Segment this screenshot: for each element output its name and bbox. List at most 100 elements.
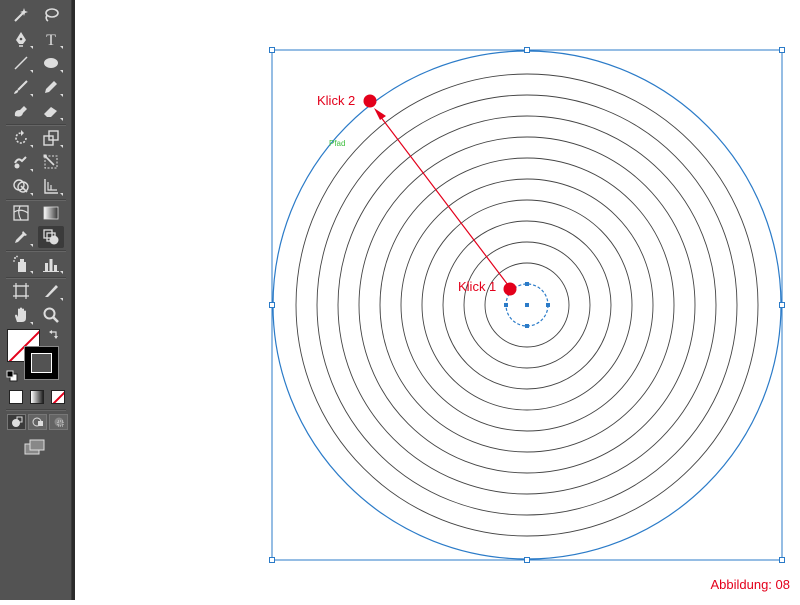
rotate-tool[interactable] (8, 127, 34, 149)
submenu-indicator-icon (30, 94, 33, 97)
perspective-grid-icon (44, 179, 58, 194)
mesh-tool[interactable] (8, 202, 34, 224)
blob-brush-icon (14, 106, 27, 117)
draw-behind-icon (32, 417, 43, 427)
submenu-indicator-icon (30, 271, 33, 274)
drag-arrow-head-icon (374, 108, 386, 120)
resize-handle[interactable] (524, 557, 530, 563)
draw-inside-icon (54, 417, 63, 427)
free-transform-tool[interactable] (38, 151, 64, 173)
lasso-icon (45, 8, 59, 22)
screen-mode-button[interactable] (23, 438, 47, 458)
scale-icon (43, 130, 59, 146)
none-mode-button[interactable] (51, 390, 65, 404)
magic-wand-tool[interactable] (8, 4, 34, 26)
gradient-tool[interactable] (38, 202, 64, 224)
klick2-label: Klick 2 (317, 93, 356, 108)
perspective-grid-tool[interactable] (38, 175, 64, 197)
blob-brush-tool[interactable] (8, 100, 34, 122)
submenu-indicator-icon (60, 70, 63, 73)
shape-builder-tool[interactable] (8, 175, 34, 197)
submenu-indicator-icon (30, 244, 33, 247)
draw-normal-icon (11, 416, 22, 427)
line-icon (14, 56, 28, 70)
blend-icon (43, 229, 59, 245)
swap-fill-stroke-icon[interactable] (48, 328, 60, 340)
screen-mode-icon (24, 439, 45, 455)
artwork[interactable] (75, 0, 800, 600)
mesh-icon (13, 205, 29, 221)
submenu-indicator-icon (60, 193, 63, 196)
submenu-indicator-icon (60, 94, 63, 97)
submenu-indicator-icon (60, 298, 63, 301)
submenu-indicator-icon (30, 169, 33, 172)
toolbar-divider (6, 277, 66, 279)
resize-handle[interactable] (524, 47, 530, 53)
submenu-indicator-icon (30, 46, 33, 49)
submenu-indicator-icon (30, 145, 33, 148)
scale-tool[interactable] (38, 127, 64, 149)
submenu-indicator-icon (30, 70, 33, 73)
anchor-point[interactable] (504, 303, 508, 307)
submenu-indicator-icon (30, 193, 33, 196)
anchor-point[interactable] (546, 303, 550, 307)
blend-tool[interactable] (38, 226, 64, 248)
anchor-point[interactable] (525, 324, 529, 328)
resize-handle[interactable] (779, 557, 785, 563)
resize-handle[interactable] (269, 47, 275, 53)
magic-wand-icon (14, 8, 28, 22)
free-transform-icon (43, 154, 58, 169)
artboard-icon (13, 283, 29, 299)
artboard-canvas[interactable]: Klick 1 Klick 2 Pfad (75, 0, 800, 600)
column-graph-icon (43, 259, 59, 272)
eraser-tool[interactable] (38, 100, 64, 122)
default-colors-icon[interactable] (6, 369, 18, 382)
pencil-tool[interactable] (38, 76, 64, 98)
toolbar-divider (6, 409, 66, 411)
resize-handle[interactable] (269, 557, 275, 563)
tools-panel: T (0, 0, 72, 600)
artboard-tool[interactable] (8, 280, 34, 302)
warp-icon (14, 156, 27, 169)
draw-normal-button[interactable] (7, 414, 26, 430)
resize-handle[interactable] (779, 302, 785, 308)
klick1-label: Klick 1 (458, 279, 497, 294)
column-graph-tool[interactable] (38, 253, 64, 275)
svg-text:T: T (46, 32, 56, 48)
slice-icon (45, 285, 58, 297)
color-mode-button[interactable] (9, 390, 23, 404)
hand-icon (15, 307, 26, 322)
line-tool[interactable] (8, 52, 34, 74)
draw-behind-button[interactable] (28, 414, 47, 430)
anchor-point[interactable] (525, 282, 529, 286)
pen-tool[interactable] (8, 28, 34, 50)
type-icon: T (46, 32, 56, 48)
eyedropper-tool[interactable] (8, 226, 34, 248)
toolbar-divider (6, 124, 66, 126)
draw-inside-button[interactable] (49, 414, 68, 430)
submenu-indicator-icon (30, 322, 33, 325)
brush-tool[interactable] (8, 76, 34, 98)
slice-tool[interactable] (38, 280, 64, 302)
lasso-tool[interactable] (38, 4, 64, 26)
zoom-tool[interactable] (38, 304, 64, 326)
klick2-marker (363, 94, 377, 108)
symbol-sprayer-tool[interactable] (8, 253, 34, 275)
klick1-marker (503, 282, 517, 296)
figure-caption: Abbildung: 08 (710, 577, 790, 592)
warp-tool[interactable] (8, 151, 34, 173)
rotate-icon (15, 130, 27, 144)
resize-handle[interactable] (269, 302, 275, 308)
brush-icon (14, 80, 28, 94)
resize-handle[interactable] (779, 47, 785, 53)
center-point (525, 303, 529, 307)
shape-builder-icon (13, 179, 29, 193)
hand-tool[interactable] (8, 304, 34, 326)
pencil-icon (45, 81, 57, 93)
gradient-mode-button[interactable] (30, 390, 44, 404)
ellipse-tool[interactable] (38, 52, 64, 74)
no-color-icon (52, 391, 64, 403)
type-tool[interactable]: T (38, 28, 64, 50)
eraser-icon (44, 107, 57, 117)
stroke-swatch[interactable] (24, 346, 59, 380)
